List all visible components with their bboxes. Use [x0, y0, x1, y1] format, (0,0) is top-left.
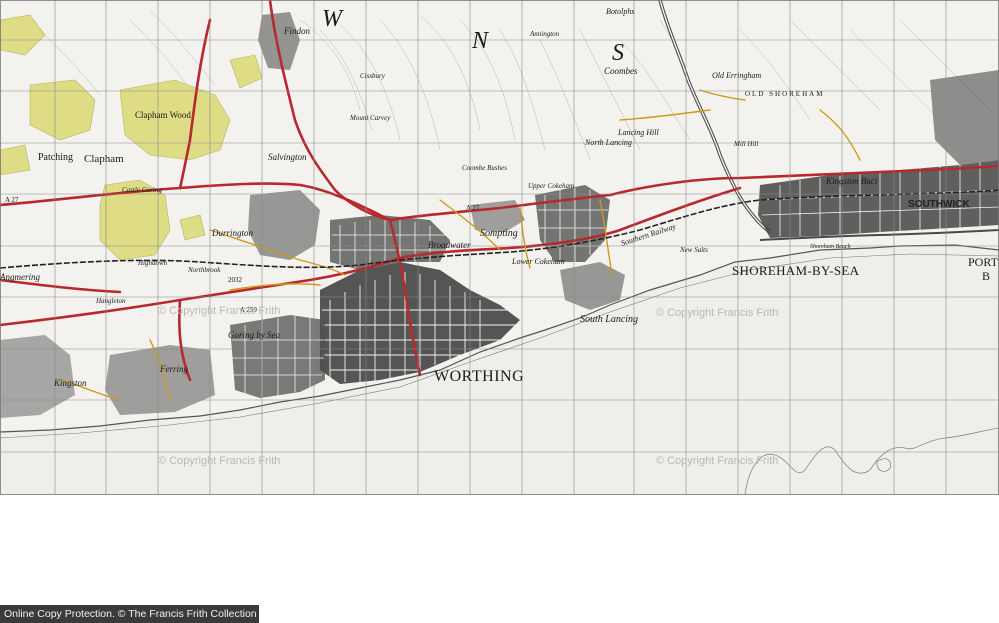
label-castle-goring: Castle Goring: [122, 186, 162, 194]
label-patching: Patching: [38, 152, 73, 163]
label-durrington: Durrington: [211, 228, 254, 238]
label-upper-cokeham: Upper Cokeham: [528, 182, 574, 190]
label-kingston: Kingston: [53, 378, 87, 388]
label-worthing: WORTHING: [434, 368, 524, 385]
label-cissbury: Cissbury: [360, 72, 386, 80]
label-botolphs: Botolphs: [606, 7, 634, 16]
label-south-lancing: South Lancing: [580, 314, 638, 325]
label-new-salts: New Salts: [679, 246, 708, 254]
label-kingston-buci: Kingston Buci: [825, 176, 878, 186]
label-goring: Goring by Sea: [228, 330, 280, 340]
label-sompting: Sompting: [480, 228, 518, 239]
label-road-a27: A 27: [5, 196, 19, 204]
watermark-3: © Copyright Francis Frith: [158, 455, 280, 467]
label-highdown: Highdown: [137, 259, 168, 267]
watermark-1: © Copyright Francis Frith: [158, 305, 280, 317]
label-port-2: B: [982, 269, 990, 283]
label-lower-cokeham: Lower Cokeham: [511, 257, 565, 266]
label-old-shoreham: OLD SHOREHAM: [745, 90, 824, 98]
label-road-2032: 2032: [228, 276, 243, 284]
label-w: W: [322, 6, 344, 32]
label-mount-carvey: Mount Carvey: [349, 114, 391, 122]
label-salvington: Salvington: [268, 152, 307, 162]
footer-text: Online Copy Protection. © The Francis Fr…: [4, 608, 257, 620]
label-shoreham: SHOREHAM-BY-SEA: [732, 263, 860, 278]
label-broadwater: Broadwater: [428, 240, 471, 250]
label-road-a27-east: A 27: [466, 204, 480, 212]
watermark-2: © Copyright Francis Frith: [656, 307, 778, 319]
label-mill-hill: Mill Hill: [733, 140, 758, 148]
woodland-small-1: [0, 144, 31, 176]
label-annington: Annington: [529, 30, 560, 38]
label-findon: Findon: [283, 26, 310, 36]
label-s: S: [612, 40, 624, 66]
label-north-lancing: North Lancing: [584, 138, 632, 147]
label-shoreham-beach: Shoreham Beach: [810, 244, 851, 250]
os-map-canvas[interactable]: W N S WORTHING SHOREHAM-BY-SEA SOUTHWICK…: [0, 0, 999, 623]
label-old-erringham: Old Erringham: [712, 71, 761, 80]
label-clapham-wood: Clapham Wood: [135, 110, 191, 120]
watermark-4: © Copyright Francis Frith: [656, 455, 778, 467]
label-angmering: Angmering: [0, 272, 40, 282]
label-northbrook: Northbrook: [187, 266, 221, 274]
label-hangleton: Hangleton: [95, 297, 126, 305]
label-ferring: Ferring: [159, 364, 188, 374]
label-lancing-hill: Lancing Hill: [617, 128, 659, 137]
copy-protection-footer: Online Copy Protection. © The Francis Fr…: [0, 605, 259, 623]
label-coombe-bushes: Coombe Bushes: [462, 164, 507, 172]
label-clapham: Clapham: [84, 153, 124, 165]
built-goring: [230, 315, 325, 398]
label-port: PORT: [968, 255, 999, 269]
label-southwick: SOUTHWICK: [908, 199, 970, 210]
label-coombes: Coombes: [604, 66, 638, 76]
label-n: N: [471, 28, 490, 54]
